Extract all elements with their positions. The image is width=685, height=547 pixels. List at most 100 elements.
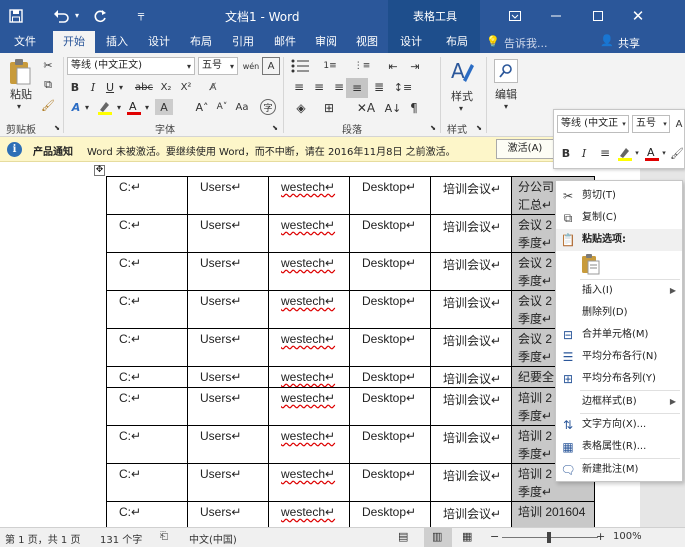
table-cell[interactable]: westech↵	[268, 328, 350, 367]
menu-item-cut[interactable]: ✂ 剪切(T)	[556, 185, 682, 207]
underline-button[interactable]: U	[103, 79, 117, 95]
menu-item-border-styles[interactable]: 边框样式(B) ▶	[556, 391, 682, 413]
mini-bold-button[interactable]: B	[559, 145, 573, 161]
bold-button[interactable]: B	[68, 79, 82, 95]
table-cell[interactable]: 培训会议↵	[430, 176, 512, 215]
align-left-icon[interactable]: ≡	[290, 78, 308, 96]
print-layout-icon[interactable]: ▥	[432, 530, 442, 543]
table-cell[interactable]: Desktop↵	[349, 501, 431, 527]
table-cell[interactable]: Desktop↵	[349, 328, 431, 367]
styles-button[interactable]: 样式	[446, 89, 478, 103]
table-cell[interactable]: 培训会议↵	[430, 425, 512, 464]
distributed-icon[interactable]: ≣	[370, 78, 388, 96]
table-cell[interactable]: Desktop↵	[349, 252, 431, 291]
subscript-button[interactable]: X₂	[157, 79, 175, 95]
tab-table-design[interactable]: 设计	[390, 31, 432, 53]
table-cell[interactable]: C:↵	[106, 366, 188, 388]
table-cell[interactable]: Desktop↵	[349, 463, 431, 502]
dialog-launcher-icon[interactable]: ⬊	[474, 123, 484, 133]
highlight-icon[interactable]	[96, 99, 114, 115]
table-cell[interactable]: westech↵	[268, 463, 350, 502]
restore-icon[interactable]	[580, 0, 616, 31]
tab-review[interactable]: 审阅	[306, 31, 346, 53]
enclose-char-icon[interactable]: 字	[260, 99, 276, 115]
paste-keep-text-icon[interactable]	[580, 253, 602, 275]
undo-dropdown-icon[interactable]: ▾	[72, 0, 82, 31]
table-cell[interactable]: 培训会议↵	[430, 252, 512, 291]
table-cell[interactable]: westech↵	[268, 176, 350, 215]
read-mode-icon[interactable]: ▤	[398, 530, 408, 543]
chevron-down-icon[interactable]: ▾	[142, 101, 152, 113]
menu-item-distribute-rows[interactable]: ☰ 平均分布各行(N)	[556, 346, 682, 368]
table-cell[interactable]: Desktop↵	[349, 366, 431, 388]
dialog-launcher-icon[interactable]: ⬊	[428, 123, 438, 133]
shrink-font-icon[interactable]: A˅	[214, 99, 230, 115]
redo-icon[interactable]	[90, 0, 110, 31]
zoom-level[interactable]: 100%	[613, 531, 642, 542]
mini-italic-button[interactable]: I	[577, 145, 591, 161]
menu-item-distribute-columns[interactable]: ⊞ 平均分布各列(Y)	[556, 368, 682, 390]
table-cell[interactable]: C:↵	[106, 387, 188, 426]
chevron-down-icon[interactable]: ▾	[184, 58, 194, 74]
paste-button[interactable]: 粘贴	[6, 87, 36, 101]
font-color-icon[interactable]: A	[644, 145, 660, 161]
copy-icon[interactable]: ⧉	[40, 77, 56, 93]
superscript-button[interactable]: X²	[177, 79, 195, 95]
table-cell[interactable]: 培训会议↵	[430, 387, 512, 426]
chevron-down-icon[interactable]: ▾	[660, 147, 668, 159]
table-cell[interactable]: westech↵	[268, 425, 350, 464]
table-cell[interactable]: 培训会议↵	[430, 290, 512, 329]
tab-design[interactable]: 设计	[139, 31, 179, 53]
tab-references[interactable]: 引用	[223, 31, 263, 53]
menu-item-copy[interactable]: ⧉ 复制(C)	[556, 207, 682, 229]
minimize-icon[interactable]	[538, 0, 574, 31]
font-color-icon[interactable]: A	[126, 99, 142, 115]
table-cell[interactable]: 培训会议↵	[430, 328, 512, 367]
table-cell[interactable]: 培训会议↵	[430, 214, 512, 253]
table-cell[interactable]: Users↵	[187, 176, 269, 215]
chevron-down-icon[interactable]: ▾	[82, 101, 92, 113]
chevron-down-icon[interactable]: ▾	[633, 147, 641, 159]
web-layout-icon[interactable]: ▦	[462, 530, 472, 543]
table-cell[interactable]: westech↵	[268, 387, 350, 426]
line-spacing-icon[interactable]: ↕≡	[392, 78, 414, 96]
activate-button[interactable]: 激活(A)	[496, 139, 554, 159]
styles-icon[interactable]: A	[448, 57, 476, 87]
chevron-down-icon[interactable]: ▾	[114, 101, 124, 113]
table-cell[interactable]: C:↵	[106, 328, 188, 367]
chevron-down-icon[interactable]: ▾	[456, 103, 466, 113]
strikethrough-button[interactable]: abc	[133, 79, 155, 95]
char-border-icon[interactable]: A	[262, 57, 280, 75]
tab-mailings[interactable]: 邮件	[265, 31, 305, 53]
dialog-launcher-icon[interactable]: ⬊	[270, 123, 280, 133]
table-cell[interactable]: Users↵	[187, 463, 269, 502]
justify-icon[interactable]: ≡	[346, 78, 368, 98]
table-cell[interactable]: Users↵	[187, 366, 269, 388]
table-move-handle-icon[interactable]: ✥	[94, 165, 105, 176]
dialog-launcher-icon[interactable]: ⬊	[52, 123, 62, 133]
phonetic-guide-icon[interactable]: wén	[242, 57, 260, 75]
chevron-down-icon[interactable]: ▾	[501, 101, 511, 111]
highlight-icon[interactable]	[616, 145, 634, 161]
cut-icon[interactable]: ✂	[40, 57, 56, 73]
paste-dropdown-icon[interactable]: ▾	[12, 101, 26, 111]
menu-item-new-comment[interactable]: 🗨 新建批注(M)	[556, 459, 682, 481]
format-painter-icon[interactable]: 🖌	[670, 145, 684, 161]
table-cell[interactable]: Desktop↵	[349, 176, 431, 215]
proofing-icon[interactable]: ⎗	[160, 531, 168, 542]
tell-me-search[interactable]: 告诉我...	[504, 35, 548, 51]
table-cell[interactable]: 培训会议↵	[430, 366, 512, 388]
word-count[interactable]: 131 个字	[100, 531, 142, 546]
multilevel-list-icon[interactable]: ⋮≡	[350, 57, 374, 75]
bullets-icon[interactable]	[288, 57, 312, 75]
table-cell[interactable]: C:↵	[106, 214, 188, 253]
table-cell[interactable]: C:↵	[106, 425, 188, 464]
tab-file[interactable]: 文件	[3, 31, 47, 53]
grow-font-icon[interactable]: A	[674, 116, 684, 132]
menu-item-table-properties[interactable]: ▦ 表格属性(R)...	[556, 436, 682, 458]
increase-indent-icon[interactable]: ⇥	[406, 57, 424, 75]
menu-item-delete-column[interactable]: 删除列(D)	[556, 302, 682, 324]
borders-icon[interactable]: ⊞	[318, 99, 340, 117]
table-cell[interactable]: C:↵	[106, 501, 188, 527]
undo-icon[interactable]	[50, 0, 72, 31]
